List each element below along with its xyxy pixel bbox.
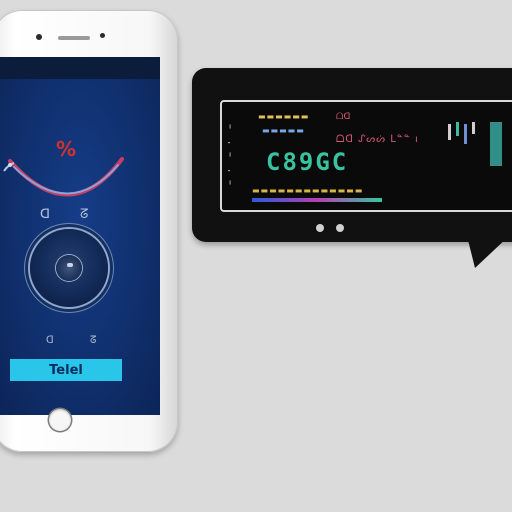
gauge-arc-icon	[3, 157, 124, 197]
display-side-block	[490, 122, 502, 166]
display-bottom-row: ▬▬▬▬▬▬▬▬▬▬▬▬▬	[252, 186, 364, 195]
home-button[interactable]	[49, 409, 71, 431]
display-top-left: ▬▬▬▬▬▬	[258, 112, 310, 121]
stage: % ᗡ ᘔ ᗡ ᘔ Telel ╹ ╸ ╹ ╸ ╹ ▬▬▬▬▬▬ ᗝᗡ ▬▬▬▬▬ ᗝᗡ…	[0, 0, 512, 512]
gauge-readout-right: ᘔ	[80, 207, 90, 222]
smartphone: % ᗡ ᘔ ᗡ ᘔ Telel	[0, 10, 178, 452]
rotary-knob[interactable]	[30, 229, 108, 307]
knob-label-left: ᗡ	[46, 335, 54, 346]
display-main-readout: C89GC	[266, 148, 349, 176]
panel-display: ╹ ╸ ╹ ╸ ╹ ▬▬▬▬▬▬ ᗝᗡ ▬▬▬▬▬ ᗝᗡ ᔑᔕᔖ ᒪᓐᓐ ı C89GC…	[220, 100, 512, 212]
display-top-mid: ᗝᗡ	[336, 112, 351, 122]
proximity-sensor-icon	[100, 33, 105, 38]
knob-indicator-icon	[67, 263, 73, 267]
earpiece-speaker	[58, 36, 90, 40]
gauge-symbol: %	[56, 137, 77, 161]
knob-center	[56, 255, 82, 281]
level-meter-icon	[448, 122, 475, 144]
front-camera-icon	[36, 34, 42, 40]
display-row-2: ▬▬▬▬▬	[262, 126, 305, 135]
panel-pointer	[467, 236, 509, 268]
display-color-strip	[252, 198, 382, 202]
status-bar	[0, 57, 160, 79]
gauge-readout-left: ᗡ	[40, 207, 51, 222]
knob-label-right: ᘔ	[90, 335, 97, 346]
display-side-marks: ╹ ╸ ╹ ╸ ╹	[228, 125, 233, 189]
action-button[interactable]: Telel	[10, 359, 122, 381]
display-panel-device: ╹ ╸ ╹ ╸ ╹ ▬▬▬▬▬▬ ᗝᗡ ▬▬▬▬▬ ᗝᗡ ᔑᔕᔖ ᒪᓐᓐ ı C89GC…	[192, 68, 512, 268]
phone-screen: % ᗡ ᘔ ᗡ ᘔ Telel	[0, 57, 160, 415]
display-row-2b: ᗝᗡ ᔑᔕᔖ ᒪᓐᓐ ı	[336, 134, 419, 145]
page-indicator-dot-2[interactable]	[336, 224, 344, 232]
page-indicator-dot-1[interactable]	[316, 224, 324, 232]
